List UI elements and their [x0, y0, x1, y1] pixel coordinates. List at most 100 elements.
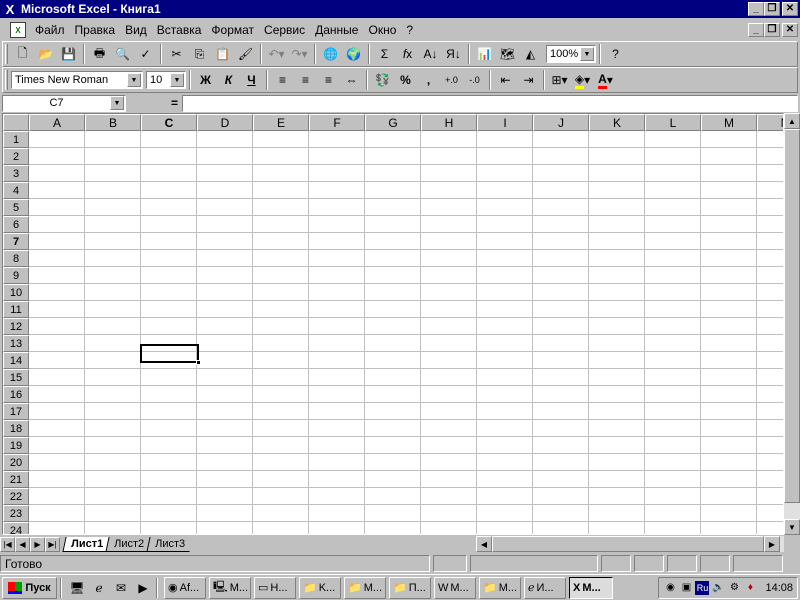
- restore-button[interactable]: ❐: [764, 2, 780, 16]
- menu-edit[interactable]: Правка: [70, 23, 121, 37]
- column-header-e[interactable]: E: [253, 114, 309, 131]
- fill-color-icon[interactable]: ◈ ▾: [571, 69, 594, 91]
- menu-help[interactable]: ?: [401, 23, 418, 37]
- percent-button[interactable]: %: [394, 69, 417, 91]
- row-header-21[interactable]: 21: [3, 471, 29, 488]
- zoom-combo[interactable]: 100% ▼: [546, 45, 596, 63]
- taskbar-task-10[interactable]: X M...: [569, 576, 613, 599]
- row-header-17[interactable]: 17: [3, 403, 29, 420]
- menu-window[interactable]: Окно: [363, 23, 401, 37]
- increase-decimal-icon[interactable]: +.0: [440, 69, 463, 91]
- undo-icon[interactable]: ↶▾: [265, 43, 288, 65]
- comma-button[interactable]: ,: [417, 69, 440, 91]
- excel-app-icon[interactable]: X: [2, 1, 18, 17]
- column-header-n[interactable]: N: [757, 114, 783, 131]
- row-header-5[interactable]: 5: [3, 199, 29, 216]
- tray-alert-icon[interactable]: ♦: [743, 581, 757, 595]
- font-size-combo[interactable]: 10 ▼: [146, 71, 186, 89]
- decrease-indent-icon[interactable]: ⇤: [494, 69, 517, 91]
- close-button[interactable]: ✕: [782, 2, 798, 16]
- document-icon[interactable]: X: [10, 22, 26, 38]
- font-name-dropdown-icon[interactable]: ▼: [127, 73, 141, 87]
- print-preview-icon[interactable]: 🔍: [111, 43, 134, 65]
- taskbar-task-2[interactable]: 🖳 M...: [209, 576, 251, 599]
- clock[interactable]: 14:08: [765, 582, 793, 594]
- prev-sheet-icon[interactable]: ◀: [15, 536, 30, 552]
- sort-ascending-icon[interactable]: A↓: [419, 43, 442, 65]
- horizontal-scroll-thumb[interactable]: [492, 536, 764, 552]
- insert-hyperlink-icon[interactable]: 🌐: [319, 43, 342, 65]
- scroll-right-icon[interactable]: ▶: [764, 536, 780, 552]
- map-icon[interactable]: 🗺: [496, 43, 519, 65]
- sheet-tab-2[interactable]: Лист2: [105, 537, 152, 552]
- row-header-6[interactable]: 6: [3, 216, 29, 233]
- new-document-icon[interactable]: 🗋: [11, 43, 34, 65]
- taskbar-task-3[interactable]: ▭ H...: [254, 576, 296, 599]
- taskbar-task-9[interactable]: ℯ И...: [524, 576, 566, 599]
- row-header-16[interactable]: 16: [3, 386, 29, 403]
- row-header-1[interactable]: 1: [3, 131, 29, 148]
- merge-center-icon[interactable]: ⇔: [340, 69, 363, 91]
- scroll-left-icon[interactable]: ◀: [476, 536, 492, 552]
- column-header-i[interactable]: I: [477, 114, 533, 131]
- taskbar-task-5[interactable]: 📁 M...: [344, 576, 386, 599]
- menu-tools[interactable]: Сервис: [259, 23, 310, 37]
- column-header-h[interactable]: H: [421, 114, 477, 131]
- row-header-22[interactable]: 22: [3, 488, 29, 505]
- last-sheet-icon[interactable]: ▶|: [45, 536, 60, 552]
- next-sheet-icon[interactable]: ▶: [30, 536, 45, 552]
- doc-close-button[interactable]: ✕: [782, 23, 798, 37]
- align-right-icon[interactable]: ≡: [317, 69, 340, 91]
- edit-formula-button[interactable]: =: [126, 95, 182, 112]
- align-center-icon[interactable]: ≡: [294, 69, 317, 91]
- column-header-a[interactable]: A: [29, 114, 85, 131]
- row-header-20[interactable]: 20: [3, 454, 29, 471]
- show-desktop-icon[interactable]: 🖥: [67, 578, 87, 598]
- row-header-10[interactable]: 10: [3, 284, 29, 301]
- spelling-icon[interactable]: ✓: [134, 43, 157, 65]
- fill-handle[interactable]: [196, 360, 201, 365]
- media-player-icon[interactable]: ▶: [133, 578, 153, 598]
- row-header-24[interactable]: 24: [3, 522, 29, 534]
- row-header-2[interactable]: 2: [3, 148, 29, 165]
- currency-icon[interactable]: 💱: [371, 69, 394, 91]
- vertical-scrollbar[interactable]: ▲ ▼: [784, 113, 800, 535]
- column-header-l[interactable]: L: [645, 114, 701, 131]
- title-bar[interactable]: X Microsoft Excel - Книга1 _ ❐ ✕: [0, 0, 800, 18]
- row-header-7[interactable]: 7: [3, 233, 29, 250]
- cell-area[interactable]: [29, 131, 783, 534]
- save-icon[interactable]: 💾: [57, 43, 80, 65]
- font-size-dropdown-icon[interactable]: ▼: [170, 73, 184, 87]
- row-header-3[interactable]: 3: [3, 165, 29, 182]
- taskbar-task-7[interactable]: W M...: [434, 576, 476, 599]
- office-assistant-icon[interactable]: ?: [604, 43, 627, 65]
- column-header-d[interactable]: D: [197, 114, 253, 131]
- drawing-icon[interactable]: ◭: [519, 43, 542, 65]
- column-header-k[interactable]: K: [589, 114, 645, 131]
- row-header-11[interactable]: 11: [3, 301, 29, 318]
- menu-format[interactable]: Формат: [206, 23, 259, 37]
- menu-file[interactable]: Файл: [30, 23, 70, 37]
- row-header-23[interactable]: 23: [3, 505, 29, 522]
- row-header-15[interactable]: 15: [3, 369, 29, 386]
- toolbar-grip[interactable]: [5, 44, 8, 64]
- scroll-down-icon[interactable]: ▼: [784, 519, 800, 535]
- font-color-icon[interactable]: A ▾: [594, 69, 617, 91]
- paste-icon[interactable]: 📋: [211, 43, 234, 65]
- column-header-j[interactable]: J: [533, 114, 589, 131]
- redo-icon[interactable]: ↷▾: [288, 43, 311, 65]
- row-header-13[interactable]: 13: [3, 335, 29, 352]
- toolbar-grip[interactable]: [5, 70, 8, 90]
- active-cell-cursor[interactable]: [140, 344, 201, 365]
- column-header-c[interactable]: C: [141, 114, 197, 131]
- function-wizard-icon[interactable]: fx: [396, 43, 419, 65]
- column-header-g[interactable]: G: [365, 114, 421, 131]
- autosum-icon[interactable]: Σ: [373, 43, 396, 65]
- name-box-dropdown-icon[interactable]: ▼: [110, 96, 124, 110]
- menu-view[interactable]: Вид: [120, 23, 152, 37]
- row-header-8[interactable]: 8: [3, 250, 29, 267]
- zoom-dropdown-icon[interactable]: ▼: [580, 47, 594, 61]
- font-name-combo[interactable]: Times New Roman ▼: [11, 71, 143, 89]
- minimize-button[interactable]: _: [748, 2, 764, 16]
- sheet-tab-1[interactable]: Лист1: [62, 537, 111, 552]
